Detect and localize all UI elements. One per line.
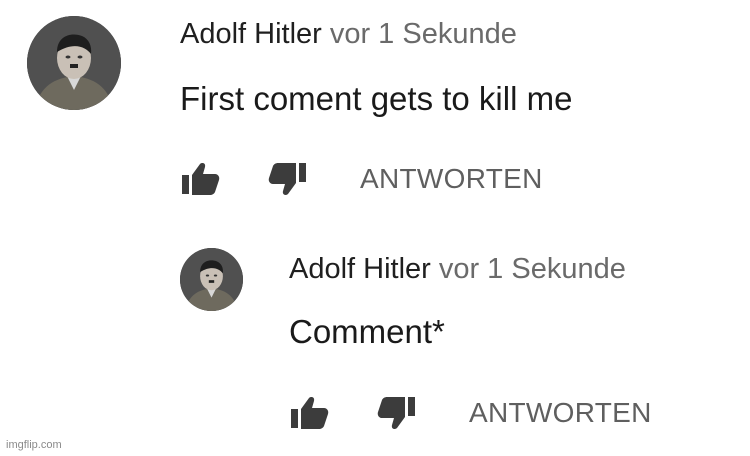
avatar[interactable]	[180, 248, 243, 311]
timestamp[interactable]: vor 1 Sekunde	[439, 253, 626, 285]
dislike-button[interactable]	[377, 396, 417, 430]
thumbs-down-icon	[268, 163, 306, 195]
reply-button[interactable]: ANTWORTEN	[360, 165, 543, 193]
author-name[interactable]: Adolf Hitler	[180, 18, 322, 50]
dislike-button[interactable]	[268, 162, 308, 196]
comment-actions: ANTWORTEN	[289, 396, 652, 430]
comment-actions: ANTWORTEN	[180, 162, 543, 196]
like-button[interactable]	[289, 396, 329, 430]
timestamp[interactable]: vor 1 Sekunde	[330, 18, 517, 50]
watermark: imgflip.com	[6, 439, 62, 451]
avatar-portrait	[27, 16, 121, 110]
comment-header: Adolf Hitler vor 1 Sekunde	[289, 255, 626, 284]
like-button[interactable]	[180, 162, 220, 196]
comment-text: Comment*	[289, 313, 445, 350]
thumbs-down-icon	[377, 397, 415, 429]
thumbs-up-icon	[182, 163, 220, 195]
reply-button[interactable]: ANTWORTEN	[469, 399, 652, 427]
comment-header: Adolf Hitler vor 1 Sekunde	[180, 20, 517, 49]
thumbs-up-icon	[291, 397, 329, 429]
avatar-portrait	[180, 248, 243, 311]
author-name[interactable]: Adolf Hitler	[289, 253, 431, 285]
avatar[interactable]	[27, 16, 121, 110]
comment-text: First coment gets to kill me	[180, 80, 573, 117]
